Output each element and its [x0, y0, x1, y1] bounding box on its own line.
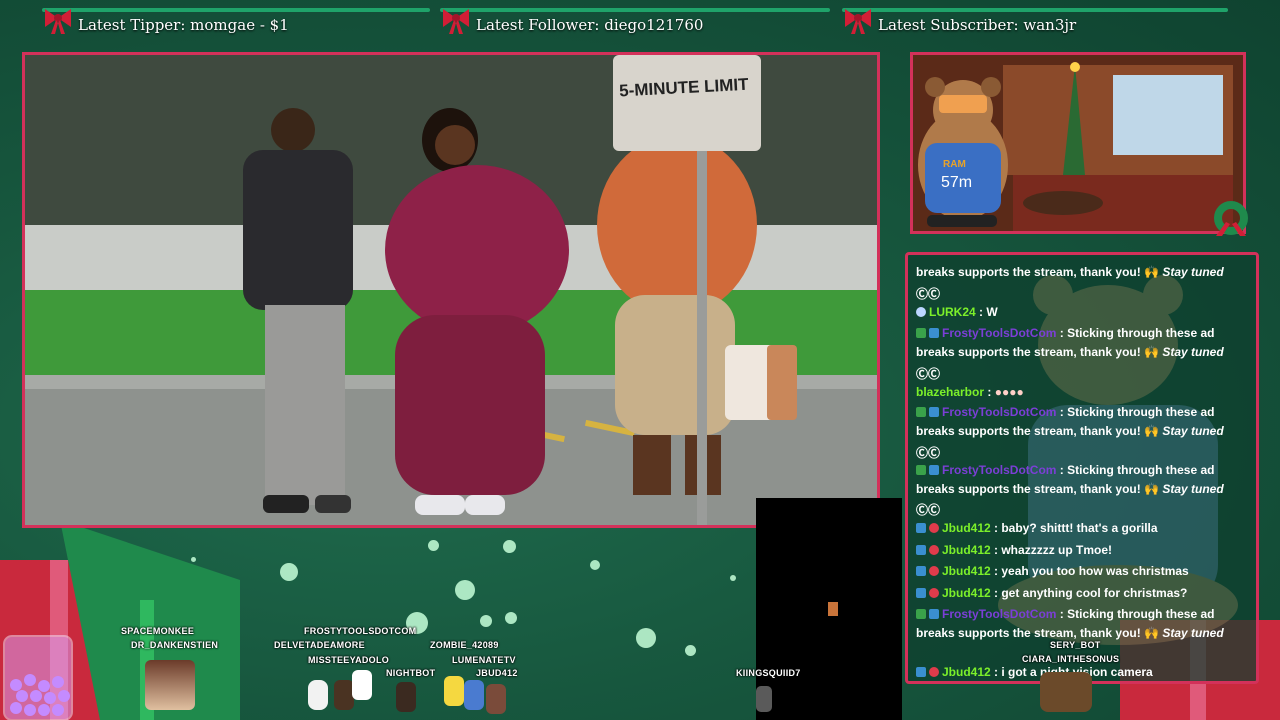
- chat-line: ⒸⒸ: [916, 287, 941, 301]
- chat-line: ⒸⒸ: [916, 446, 941, 460]
- viewer-avatar: [1040, 672, 1092, 712]
- bot-badge-icon: [929, 407, 939, 417]
- verified-badge-icon: [916, 609, 926, 619]
- bow-icon: [845, 9, 871, 34]
- bot-badge-icon: [929, 328, 939, 338]
- bow-icon: [45, 9, 71, 34]
- chat-username[interactable]: LURK24: [929, 305, 976, 319]
- chat-line: FrostyToolsDotCom : Sticking through the…: [916, 607, 1214, 621]
- viewer-name: DR_DANKENSTIEN: [131, 640, 219, 650]
- latest-tipper-bar: Latest Tipper: momgae - $1: [42, 6, 430, 42]
- chat-panel[interactable]: breaks supports the stream, thank you! 🙌…: [905, 252, 1259, 684]
- latest-follower-text: Latest Follower: diego121760: [476, 16, 704, 34]
- chat-line: breaks supports the stream, thank you! 🙌…: [916, 482, 1224, 496]
- viewer-name: NIGHTBOT: [386, 668, 436, 678]
- sub-badge-icon: [929, 566, 939, 576]
- chat-username[interactable]: FrostyToolsDotCom: [942, 607, 1056, 621]
- chat-username[interactable]: Jbud412: [942, 665, 991, 679]
- viewer-name: CIARA_INTHESONUS: [1022, 654, 1120, 664]
- chat-username[interactable]: Jbud412: [942, 586, 991, 600]
- viewer-name: FROSTYTOOLSDOTCOM: [304, 626, 417, 636]
- viewer-avatar: [145, 660, 195, 710]
- chat-line: FrostyToolsDotCom : Sticking through the…: [916, 405, 1214, 419]
- chat-line: Jbud412 : yeah you too how was christmas: [916, 564, 1189, 578]
- chat-line: Jbud412 : get anything cool for christma…: [916, 586, 1187, 600]
- verified-badge-icon: [916, 328, 926, 338]
- viewer-avatar: [464, 680, 484, 710]
- main-video[interactable]: 5-MINUTE LIMIT: [22, 52, 880, 528]
- crown-badge-icon: [916, 545, 926, 555]
- tiny-sprite-icon: [828, 602, 838, 616]
- viewer-name: KIINGSQUIID7: [736, 668, 801, 678]
- viewer-name: DELVETADEAMORE: [274, 640, 365, 650]
- chat-line: blazeharbor : ●●●●: [916, 385, 1024, 399]
- chat-line: ⒸⒸ: [916, 367, 941, 381]
- chat-line: breaks supports the stream, thank you! 🙌…: [916, 265, 1224, 279]
- webcam-overlay: RAM 57m: [910, 52, 1246, 234]
- viewer-avatar: [334, 680, 354, 710]
- chat-line: Jbud412 : baby? shittt! that's a gorilla: [916, 521, 1158, 535]
- crown-badge-icon: [916, 523, 926, 533]
- wreath-icon: [1214, 201, 1248, 236]
- sub-badge-icon: [929, 588, 939, 598]
- crown-badge-icon: [916, 566, 926, 576]
- cabin-scene: RAM 57m: [913, 55, 1243, 231]
- shirt-text: RAM: [943, 159, 966, 170]
- chat-username[interactable]: FrostyToolsDotCom: [942, 405, 1056, 419]
- emote-icon: ●●●●: [994, 385, 1024, 399]
- chat-line: breaks supports the stream, thank you! 🙌…: [916, 626, 1224, 640]
- viewer-avatar: [444, 676, 464, 706]
- bot-badge-icon: [929, 465, 939, 475]
- sub-badge-icon: [929, 545, 939, 555]
- timer-text: 57m: [941, 174, 972, 191]
- viewer-avatar: [756, 686, 772, 712]
- chat-line: FrostyToolsDotCom : Sticking through the…: [916, 463, 1214, 477]
- crown-badge-icon: [916, 588, 926, 598]
- chat-username[interactable]: FrostyToolsDotCom: [942, 326, 1056, 340]
- viewer-avatar: [352, 670, 372, 700]
- viewer-avatar: [396, 682, 416, 712]
- bot-badge-icon: [929, 609, 939, 619]
- viewer-name: JBUD412: [476, 668, 518, 678]
- viewer-name: ZOMBIE_42089: [430, 640, 499, 650]
- chat-line: breaks supports the stream, thank you! 🙌…: [916, 345, 1224, 359]
- crown-badge-icon: [916, 667, 926, 677]
- viewer-name: MISSTEEYADOLO: [308, 655, 390, 665]
- latest-subscriber-bar: Latest Subscriber: wan3jr: [842, 6, 1228, 42]
- chat-line: FrostyToolsDotCom : Sticking through the…: [916, 326, 1214, 340]
- viewer-name: SPACEMONKEE: [121, 626, 195, 636]
- viewer-name: LUMENATETV: [452, 655, 516, 665]
- latest-tipper-text: Latest Tipper: momgae - $1: [78, 16, 289, 34]
- chat-line: ⒸⒸ: [916, 503, 941, 517]
- viewer-name: SERY_BOT: [1050, 640, 1101, 650]
- verified-badge-icon: [916, 465, 926, 475]
- chat-username[interactable]: Jbud412: [942, 521, 991, 535]
- sub-badge-icon: [929, 667, 939, 677]
- emote-icon: [916, 307, 926, 317]
- chat-line: LURK24 : W: [916, 305, 998, 319]
- viewer-avatar: [308, 680, 328, 710]
- chat-line: Jbud412 : whazzzzz up Tmoe!: [916, 543, 1112, 557]
- viewer-avatar: [486, 684, 506, 714]
- latest-subscriber-text: Latest Subscriber: wan3jr: [878, 16, 1077, 34]
- verified-badge-icon: [916, 407, 926, 417]
- chat-username[interactable]: Jbud412: [942, 564, 991, 578]
- chat-username[interactable]: Jbud412: [942, 543, 991, 557]
- bow-icon: [443, 9, 469, 34]
- chat-line: breaks supports the stream, thank you! 🙌…: [916, 424, 1224, 438]
- latest-follower-bar: Latest Follower: diego121760: [440, 6, 830, 42]
- black-overlay-box: [756, 498, 902, 720]
- chat-line: Jbud412 : i got a night vision camera: [916, 665, 1153, 679]
- jar-icon: [3, 635, 73, 720]
- sub-badge-icon: [929, 523, 939, 533]
- video-scene: 5-MINUTE LIMIT: [25, 55, 877, 525]
- chat-username[interactable]: FrostyToolsDotCom: [942, 463, 1056, 477]
- chat-username[interactable]: blazeharbor: [916, 385, 984, 399]
